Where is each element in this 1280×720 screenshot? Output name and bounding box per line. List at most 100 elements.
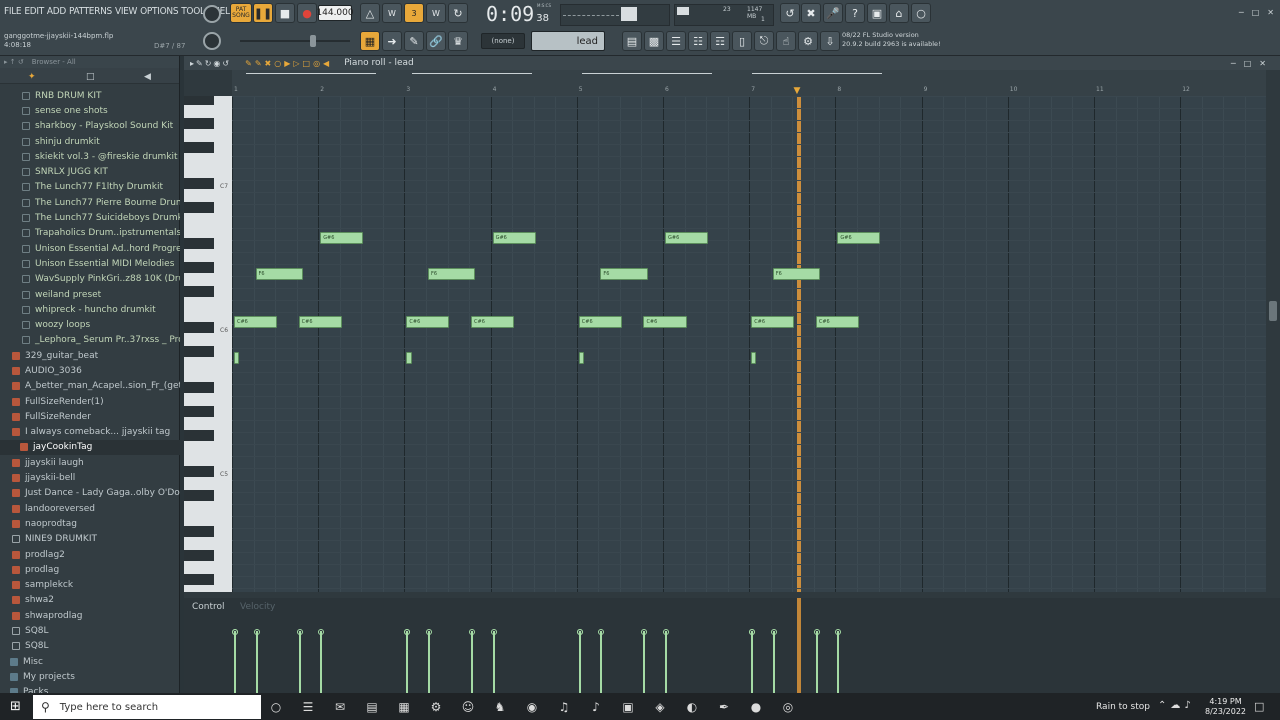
velocity-handle[interactable] xyxy=(770,629,777,635)
task-view-icon[interactable]: ○ xyxy=(266,697,286,717)
browser-item[interactable]: The Lunch77 Pierre Bourne Drumkit xyxy=(0,195,180,210)
document-icon[interactable]: ▯ xyxy=(732,31,752,51)
browser-item[interactable]: Unison Essential MIDI Melodies xyxy=(0,256,180,271)
velocity-handle[interactable] xyxy=(641,629,648,635)
browser-item[interactable]: prodlag xyxy=(0,562,180,577)
bar-number[interactable]: 8 xyxy=(837,86,841,93)
chat-icon[interactable]: ○ xyxy=(911,3,931,23)
mixer-view-icon[interactable]: ☰ xyxy=(666,31,686,51)
velocity-handle[interactable] xyxy=(813,629,820,635)
note[interactable]: C#6 xyxy=(234,316,278,328)
cpu-icon[interactable]: ↺ xyxy=(780,3,800,23)
menu-patterns[interactable]: PATTERNS xyxy=(69,6,112,17)
velocity-stem[interactable] xyxy=(643,631,646,693)
brush-icon[interactable]: ✎ xyxy=(404,31,424,51)
edge-icon[interactable]: ◐ xyxy=(682,697,702,717)
cortana-icon[interactable]: ☰ xyxy=(298,697,318,717)
link-icon[interactable]: 🔗 xyxy=(426,31,446,51)
note[interactable]: F6 xyxy=(427,268,476,280)
browser-item[interactable]: sense one shots xyxy=(0,103,180,118)
browser-item[interactable]: jjayskii-bell xyxy=(0,470,180,485)
news-panel[interactable]: 08/22 FL Studio version 20.9.2 build 296… xyxy=(842,31,952,51)
black-key[interactable] xyxy=(184,346,214,357)
velocity-handle[interactable] xyxy=(404,629,411,635)
loop-record-icon[interactable]: ↻ xyxy=(448,3,468,23)
fl-studio-icon[interactable]: ✒ xyxy=(714,697,734,717)
note[interactable] xyxy=(234,352,240,364)
firefox-icon[interactable]: ● xyxy=(746,697,766,717)
bar-number[interactable]: 11 xyxy=(1096,86,1104,93)
stop-button[interactable]: ■ xyxy=(275,3,295,23)
note[interactable]: F6 xyxy=(255,268,303,280)
note[interactable]: C#6 xyxy=(643,316,687,328)
gamepad-icon[interactable]: ♞ xyxy=(490,697,510,717)
note[interactable]: C#6 xyxy=(751,316,795,328)
master-volume-knob[interactable] xyxy=(203,5,221,23)
velocity-stem[interactable] xyxy=(320,631,323,693)
minimize-icon[interactable]: ─ xyxy=(1239,8,1244,17)
note[interactable] xyxy=(406,352,412,364)
velocity-handle[interactable] xyxy=(232,629,238,635)
note-grid[interactable]: G#6 F6 C#6 C#6 G#6 F6 C#6 C#6 G#6 F6 C#6 C#6 G#6 F6 C#… xyxy=(232,96,1266,592)
black-key[interactable] xyxy=(184,490,214,501)
browser-item[interactable]: sharkboy - Playskool Sound Kit xyxy=(0,119,180,134)
master-pitch-slider[interactable] xyxy=(240,35,350,47)
velocity-handle[interactable] xyxy=(469,629,476,635)
note[interactable]: C#6 xyxy=(298,316,342,328)
note[interactable]: C#6 xyxy=(578,316,622,328)
store-icon[interactable]: ▦ xyxy=(394,697,414,717)
black-key[interactable] xyxy=(184,550,214,561)
velocity-stem[interactable] xyxy=(298,631,301,693)
velocity-stem[interactable] xyxy=(471,631,474,693)
velocity-stem[interactable] xyxy=(751,631,754,693)
download-icon[interactable]: ⇩ xyxy=(820,31,840,51)
zoom-icon[interactable]: ▣ xyxy=(618,697,638,717)
black-key[interactable] xyxy=(184,262,214,273)
browser-item[interactable]: weiland preset xyxy=(0,287,180,302)
browser-item[interactable]: shinju drumkit xyxy=(0,134,180,149)
tray-icons[interactable]: ⌃☁♪ xyxy=(1158,700,1195,711)
browser-item[interactable]: naoprodtag xyxy=(0,516,180,531)
playhead[interactable] xyxy=(797,96,802,592)
black-key[interactable] xyxy=(184,178,214,189)
velocity-handle[interactable] xyxy=(663,629,669,635)
tools-icon[interactable]: ⚙ xyxy=(798,31,818,51)
mixer-icon[interactable]: ✖ xyxy=(801,3,821,23)
notification-icon[interactable]: □ xyxy=(1254,700,1264,713)
bar-number[interactable]: 5 xyxy=(579,86,583,93)
black-key[interactable] xyxy=(184,382,214,393)
browser-item[interactable]: FullSizeRender(1) xyxy=(0,394,180,409)
browser-item[interactable]: RNB DRUM KIT xyxy=(0,88,180,103)
note[interactable]: C#6 xyxy=(815,316,859,328)
playlist-icon[interactable]: ➜ xyxy=(382,31,402,51)
browser-item[interactable]: SQ8L xyxy=(0,623,180,638)
close-icon[interactable]: ✕ xyxy=(1267,8,1274,17)
metronome-icon[interactable]: △ xyxy=(360,3,380,23)
black-key[interactable] xyxy=(184,286,214,297)
velocity-handle[interactable] xyxy=(576,629,583,635)
menu-options[interactable]: OPTIONS xyxy=(140,6,178,17)
obs-icon[interactable]: ◎ xyxy=(778,697,798,717)
start-icon[interactable]: ⊞ xyxy=(10,699,21,714)
pitch-knob[interactable] xyxy=(203,32,221,50)
weather-text[interactable]: Rain to stop xyxy=(1096,702,1150,712)
note[interactable]: G#6 xyxy=(492,232,536,244)
discord-icon[interactable]: ☺ xyxy=(458,697,478,717)
velocity-stem[interactable] xyxy=(837,631,840,693)
browser-item[interactable]: samplekck xyxy=(0,578,180,593)
piano-roll-tools-icon[interactable]: ▸✎↻◉↺ xyxy=(190,59,231,68)
countdown-icon[interactable]: 3 xyxy=(404,3,424,23)
play-button[interactable]: ❚❚ xyxy=(253,3,273,23)
bar-number[interactable]: 9 xyxy=(924,86,928,93)
photoshop-icon[interactable]: ◈ xyxy=(650,697,670,717)
piano-keyboard[interactable]: C7 C6 C5 xyxy=(184,96,232,592)
clock[interactable]: 4:19 PM 8/23/2022 xyxy=(1205,697,1246,717)
browser-item[interactable]: NINE9 DRUMKIT xyxy=(0,532,180,547)
record-button[interactable]: ● xyxy=(297,3,317,23)
wait-input-icon[interactable]: W xyxy=(382,3,402,23)
browser-item[interactable]: Trapaholics Drum..ipstrumentals.com) xyxy=(0,226,180,241)
midi-icon[interactable]: ⌂ xyxy=(889,3,909,23)
browser-item[interactable]: Misc xyxy=(0,654,180,669)
browser-item[interactable]: woozy loops xyxy=(0,317,180,332)
browser-item[interactable]: FullSizeRender xyxy=(0,409,180,424)
